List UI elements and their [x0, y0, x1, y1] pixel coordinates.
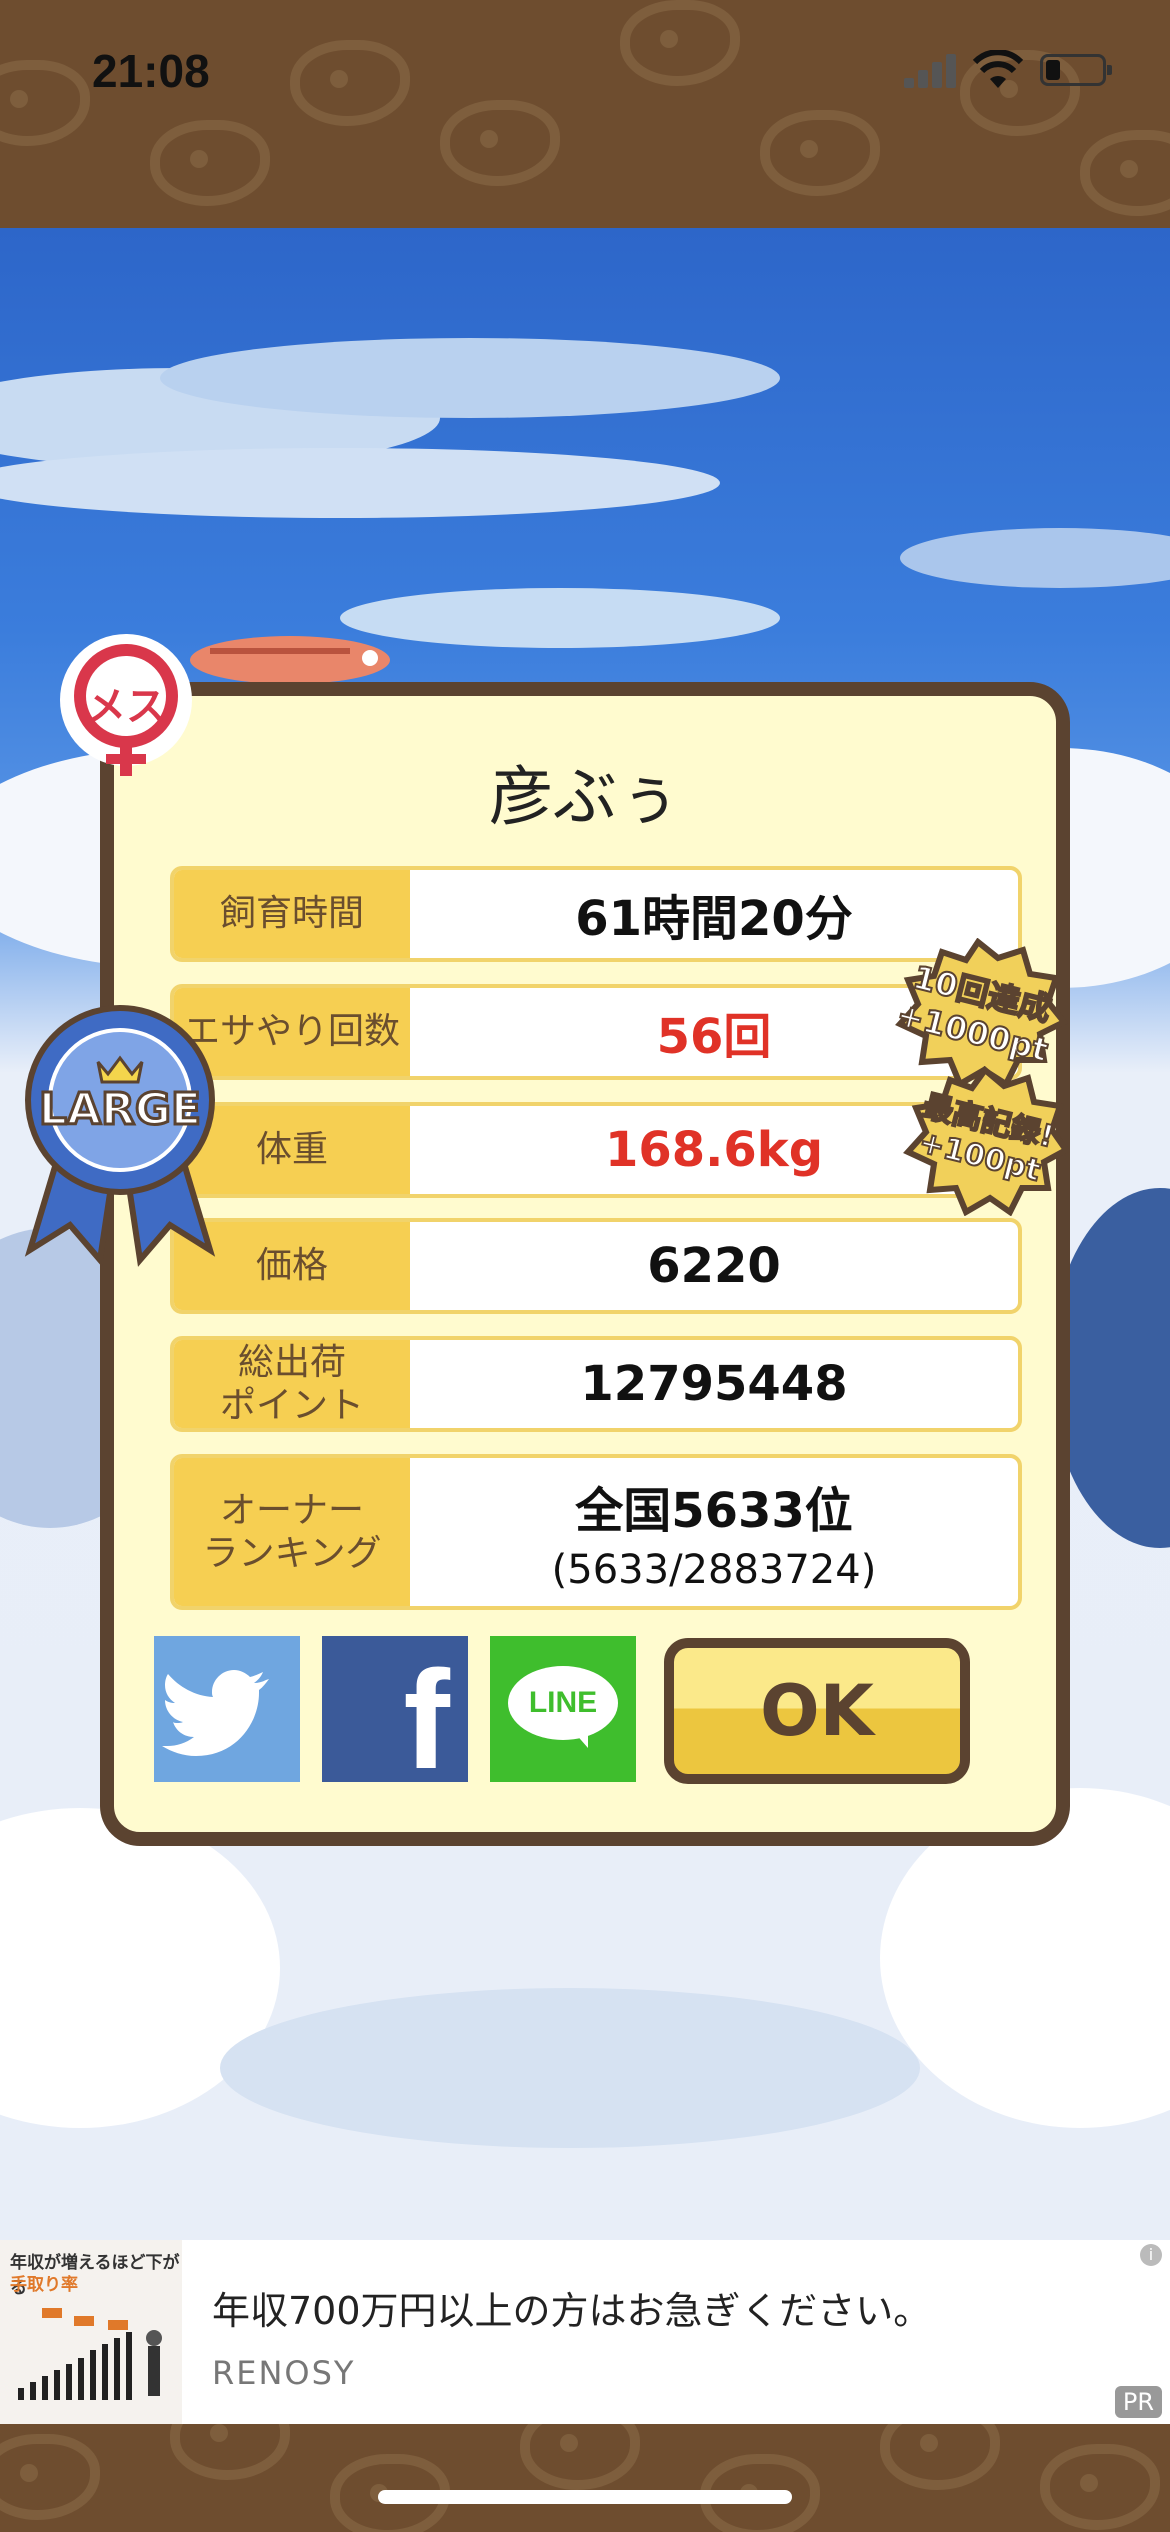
twitter-icon: [162, 1670, 269, 1756]
airship-icon: [190, 636, 390, 684]
facebook-icon: f: [403, 1641, 450, 1798]
stat-row-shipping-points: 総出荷 ポイント 12795448: [170, 1336, 1022, 1432]
stat-row-price: 価格 6220: [170, 1218, 1022, 1314]
ad-chart-icon: [18, 2308, 162, 2400]
stat-value: 全国5633位 (5633/2883724): [410, 1458, 1018, 1606]
twitter-share-button[interactable]: [154, 1636, 300, 1782]
home-indicator[interactable]: [378, 2490, 792, 2504]
status-time: 21:08: [92, 45, 210, 97]
cellular-icon: [904, 52, 960, 88]
footer-pattern: [0, 2424, 1170, 2532]
ad-info-icon[interactable]: i: [1140, 2244, 1162, 2266]
line-icon: LINE: [508, 1666, 618, 1740]
stat-row-owner-ranking: オーナー ランキング 全国5633位 (5633/2883724): [170, 1454, 1022, 1610]
ad-source: RENOSY: [212, 2354, 356, 2392]
ok-button[interactable]: OK: [664, 1638, 970, 1784]
stat-value: 12795448: [580, 1356, 848, 1412]
result-dialog: 彦ぶぅ 飼育時間 61時間20分 エサやり回数 56回 体重 168.6kg 価…: [100, 682, 1070, 1846]
ribbon-icon: [24, 1005, 216, 1267]
line-share-button[interactable]: LINE: [490, 1636, 636, 1782]
battery-icon: [1040, 54, 1112, 86]
ad-pr-label: PR: [1114, 2386, 1162, 2418]
status-bar: 21:08: [0, 0, 1170, 140]
ranking-detail: (5633/2883724): [551, 1547, 877, 1593]
female-badge: メス: [56, 630, 196, 790]
wifi-icon: [972, 50, 1024, 88]
large-label: LARGE: [37, 1083, 202, 1137]
stat-label: 飼育時間: [174, 870, 410, 958]
stat-value: 6220: [647, 1238, 781, 1294]
pet-name: 彦ぶぅ: [489, 761, 681, 835]
ad-title[interactable]: 年収700万円以上の方はお急ぎください。: [212, 2280, 931, 2335]
large-size-ribbon: LARGE: [20, 1000, 220, 1270]
ad-thumbnail[interactable]: 年収が増えるほど下がる 手取り率: [0, 2240, 182, 2424]
achievement-stamp-record: 最高記録! +100pt: [900, 1065, 1071, 1217]
ad-banner[interactable]: 年収が増えるほど下がる 手取り率 年収700万円以上の方はお急ぎください。 RE…: [0, 2240, 1170, 2424]
stat-label: オーナー ランキング: [174, 1458, 410, 1606]
female-badge-label: メス: [86, 684, 166, 730]
ad-thumb-heading-2: 手取り率: [10, 2275, 78, 2295]
ranking-value: 全国5633位: [575, 1483, 853, 1539]
stat-label: 総出荷 ポイント: [174, 1340, 410, 1428]
facebook-share-button[interactable]: f: [322, 1636, 468, 1790]
